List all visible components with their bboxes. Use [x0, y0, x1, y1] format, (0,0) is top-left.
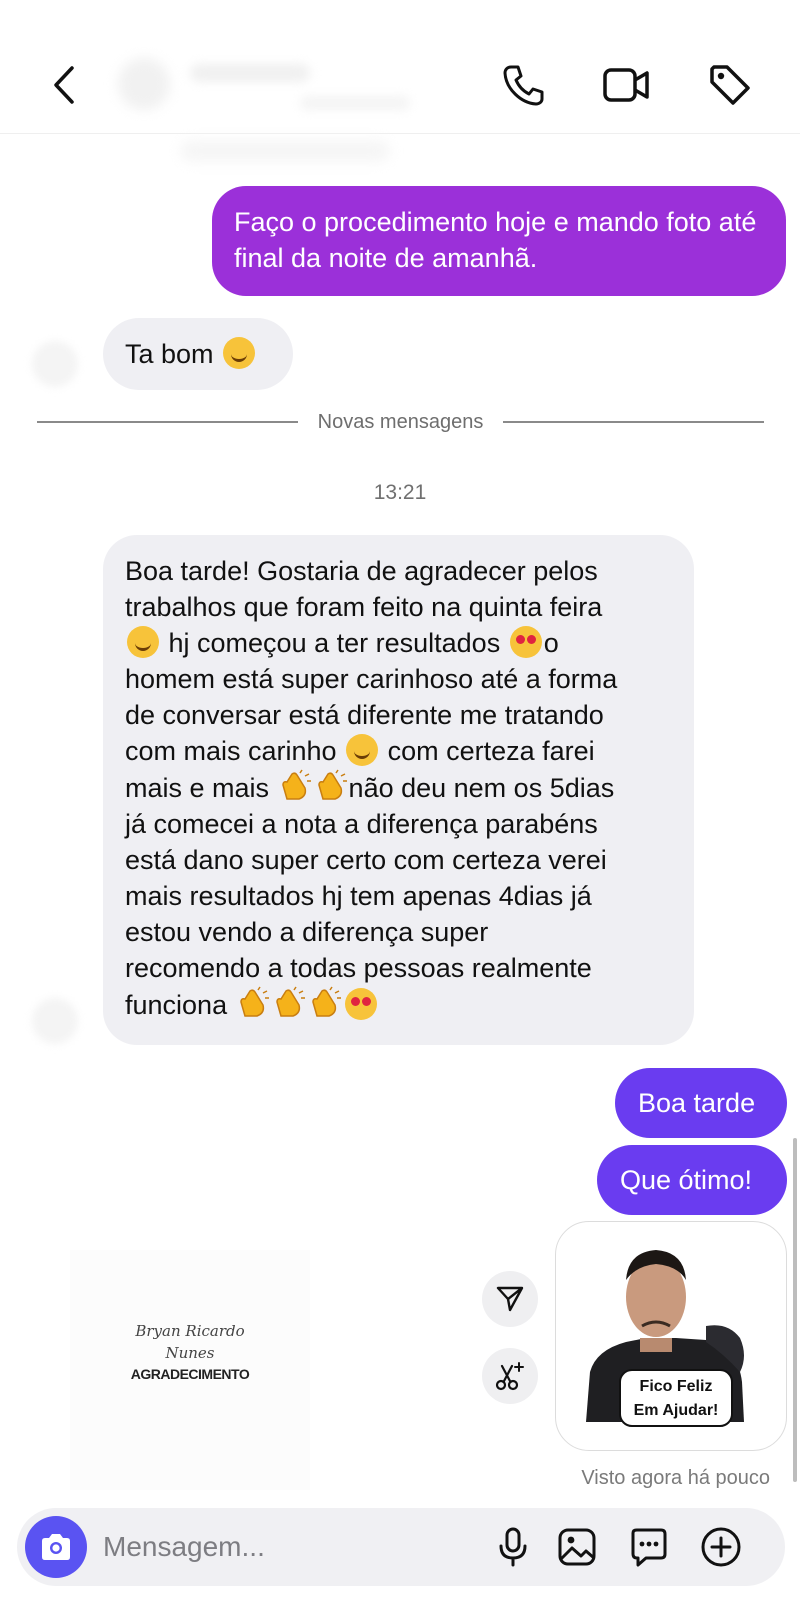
outgoing-message[interactable]: Que ótimo! — [597, 1145, 787, 1215]
contact-status — [300, 96, 410, 110]
message-line: mais resultados hj tem apenas 4dias já — [125, 881, 592, 911]
scissors-icon — [495, 1362, 524, 1391]
message-line: hj começou a ter resultados o — [125, 625, 672, 661]
message-line: já comecei a nota a diferença parabéns — [125, 809, 598, 839]
heart-eyes-emoji — [509, 626, 542, 658]
sender-avatar — [32, 998, 78, 1044]
message-line: está dano super certo com certeza verei — [125, 845, 607, 875]
chat-header — [0, 0, 800, 134]
message-line: funciona — [125, 986, 672, 1023]
message-line: mais e mais não deu nem os 5dias — [125, 769, 672, 806]
message-line: Boa tarde! Gostaria de agradecer pelos — [125, 556, 598, 586]
brand-caption: AGRADECIMENTO — [130, 1366, 250, 1382]
contact-avatar[interactable] — [118, 58, 170, 110]
faded-message — [180, 140, 390, 162]
message-text: Que ótimo! — [620, 1165, 753, 1195]
sticker-chat-icon — [631, 1528, 667, 1567]
sticker-cutout-button[interactable] — [482, 1348, 538, 1404]
incoming-message[interactable]: Boa tarde! Gostaria de agradecer pelos t… — [103, 535, 694, 1045]
message-line: trabalhos que foram feito na quinta feir… — [125, 592, 603, 622]
divider-line — [37, 421, 298, 423]
message-line: homem está super carinhoso até a forma — [125, 664, 618, 694]
message-line: recomendo a todas pessoas realmente — [125, 953, 592, 983]
back-button[interactable] — [40, 60, 90, 110]
heart-eyes-emoji — [344, 988, 377, 1020]
clapping-hands-emoji — [275, 986, 305, 1017]
voice-message-button[interactable] — [487, 1521, 539, 1573]
contact-name[interactable] — [190, 64, 310, 82]
message-text: Faço o procedimento hoje e mando foto at… — [234, 207, 757, 273]
brand-script-surname: Nunes — [165, 1344, 215, 1362]
clapping-hands-emoji — [281, 769, 311, 800]
divider-label: Novas mensagens — [317, 410, 484, 433]
outgoing-message[interactable]: Boa tarde — [615, 1068, 787, 1138]
new-messages-divider: Novas mensagens — [37, 410, 764, 434]
brand-script-name: Bryan Ricardo — [135, 1322, 245, 1340]
forward-button[interactable] — [482, 1271, 538, 1327]
sticker-message[interactable]: Fico Feliz Em Ajudar! — [555, 1221, 787, 1451]
message-composer — [17, 1508, 785, 1586]
clapping-hands-emoji — [317, 769, 347, 800]
clapping-hands-emoji — [311, 986, 341, 1017]
more-actions-button[interactable] — [695, 1521, 747, 1573]
back-arrow-icon — [54, 66, 74, 104]
timestamp: 13:21 — [373, 481, 427, 504]
scrollbar[interactable] — [793, 1138, 797, 1482]
video-camera-icon — [603, 68, 649, 102]
camera-button[interactable] — [25, 1516, 87, 1578]
tag-button[interactable] — [705, 60, 755, 110]
video-call-button[interactable] — [601, 60, 651, 110]
grinning-face-emoji — [127, 626, 159, 658]
message-input[interactable] — [103, 1520, 483, 1574]
sticker-caption-line: Fico Feliz — [639, 1378, 713, 1395]
message-line: estou vendo a diferença super — [125, 917, 489, 947]
phone-icon — [503, 65, 544, 106]
smiling-face-emoji — [223, 337, 256, 369]
divider-line — [503, 421, 764, 423]
sticker-caption-line: Em Ajudar! — [633, 1402, 719, 1419]
message-text: Boa tarde — [638, 1088, 756, 1118]
send-icon — [496, 1286, 524, 1312]
brand-watermark: Bryan Ricardo Nunes AGRADECIMENTO — [70, 1250, 310, 1490]
message-line: com mais carinho com certeza farei — [125, 734, 595, 766]
seen-status: Visto agora há pouco — [581, 1467, 770, 1489]
message-text: Ta bom — [125, 339, 214, 369]
voice-call-button[interactable] — [498, 60, 548, 110]
winking-face-emoji — [346, 734, 379, 766]
incoming-message[interactable]: Ta bom — [103, 318, 293, 390]
message-line: de conversar está diferente me tratando — [125, 700, 604, 730]
plus-circle-icon — [701, 1527, 741, 1567]
sticker-caption: Fico Feliz Em Ajudar! — [620, 1375, 732, 1423]
sender-avatar — [32, 341, 78, 387]
microphone-icon — [499, 1527, 527, 1567]
outgoing-message[interactable]: Faço o procedimento hoje e mando foto at… — [212, 186, 786, 296]
gallery-button[interactable] — [551, 1521, 603, 1573]
camera-icon — [42, 1534, 70, 1560]
tag-icon — [710, 65, 750, 105]
clapping-hands-emoji — [239, 986, 269, 1017]
image-icon — [558, 1528, 596, 1566]
sticker-button[interactable] — [623, 1521, 675, 1573]
